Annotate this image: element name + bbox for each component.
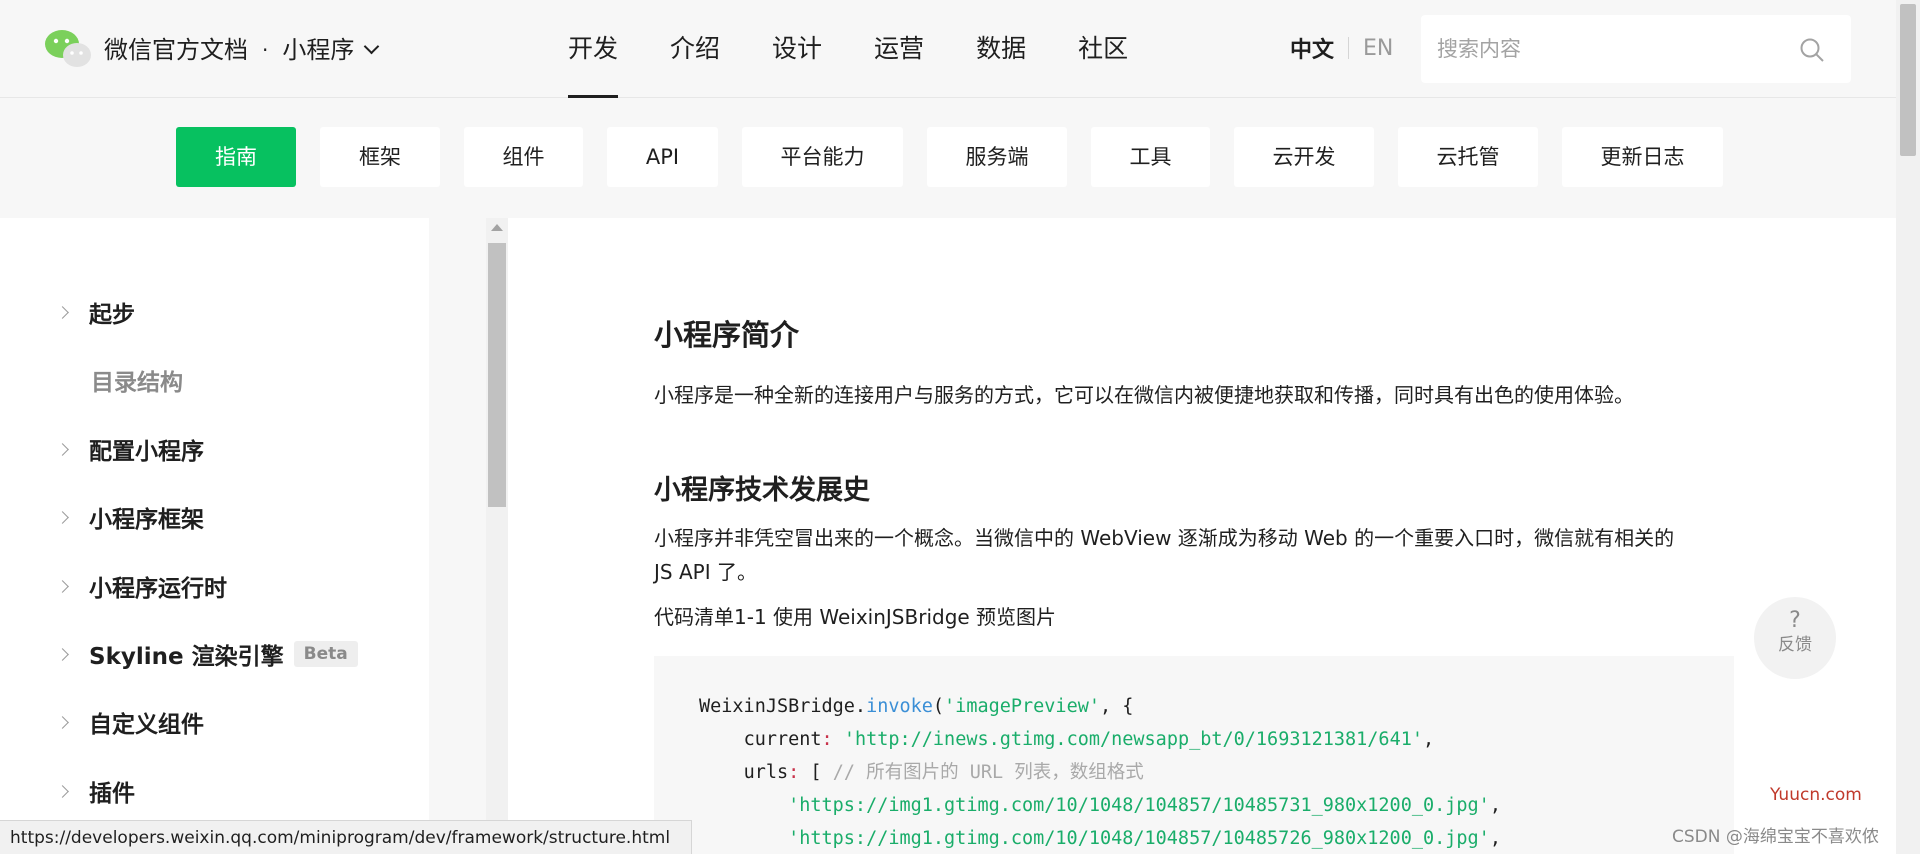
nav-design[interactable]: 设计 (746, 0, 848, 98)
code-token: WeixinJSBridge. (699, 696, 867, 717)
sidebar-item-label: 配置小程序 (89, 439, 204, 465)
code-token: urls (743, 762, 789, 783)
code-token: ( (932, 696, 945, 717)
feedback-button[interactable]: ? 反馈 (1754, 597, 1836, 679)
nav-intro[interactable]: 介绍 (644, 0, 746, 98)
scroll-up-arrow-icon[interactable] (491, 224, 503, 231)
pill-server[interactable]: 服务端 (927, 127, 1067, 187)
watermark-site: Yuucn.com (1770, 785, 1862, 805)
chevron-right-icon (56, 784, 69, 798)
pill-cloud-dev[interactable]: 云开发 (1234, 127, 1374, 187)
pill-api[interactable]: API (607, 127, 718, 187)
search-icon[interactable] (1799, 37, 1825, 63)
category-pills: 指南 框架 组件 API 平台能力 服务端 工具 云开发 云托管 更新日志 (176, 127, 1747, 187)
code-token: : (788, 762, 800, 783)
pill-guide[interactable]: 指南 (176, 127, 296, 187)
brand-dot: · (262, 38, 269, 62)
chevron-down-icon (364, 38, 380, 54)
code-token: 'imagePreview' (944, 696, 1100, 717)
sidebar-item-custom-components[interactable]: 自定义组件 (56, 704, 204, 740)
code-token: , (1489, 828, 1501, 849)
code-token: , (1489, 795, 1501, 816)
chevron-right-icon (56, 647, 69, 661)
intro-paragraph: 小程序是一种全新的连接用户与服务的方式，它可以在微信内被便捷地获取和传播，同时具… (654, 383, 1634, 407)
code-comment: // 所有图片的 URL 列表，数组格式 (832, 762, 1144, 783)
sidebar-scrollbar-thumb[interactable] (488, 243, 506, 507)
chevron-right-icon (56, 510, 69, 524)
language-switch: 中文 EN (1290, 32, 1393, 64)
feedback-label: 反馈 (1778, 635, 1812, 655)
sidebar-item-runtime[interactable]: 小程序运行时 (56, 568, 227, 604)
search-input[interactable] (1437, 15, 1797, 83)
brand: 微信官方文档 · 小程序 (104, 30, 380, 70)
product-label: 小程序 (282, 36, 355, 64)
brand-title[interactable]: 微信官方文档 (104, 30, 248, 70)
sidebar-item-label: 起步 (89, 302, 135, 328)
code-token: invoke (866, 696, 933, 717)
lang-divider (1348, 37, 1350, 59)
pill-platform[interactable]: 平台能力 (742, 127, 903, 187)
code-token: , (1423, 729, 1435, 750)
nav-data[interactable]: 数据 (950, 0, 1052, 98)
top-header: 微信官方文档 · 小程序 开发 介绍 设计 运营 数据 社区 中文 EN (0, 0, 1896, 98)
page-scrollbar[interactable] (1896, 0, 1920, 854)
sidebar-item-config[interactable]: 配置小程序 (56, 431, 204, 467)
section-heading: 小程序技术发展史 (654, 475, 870, 506)
watermark-author: CSDN @海绵宝宝不喜欢侬 (1672, 827, 1879, 847)
code-token: 'http://inews.gtimg.com/newsapp_bt/0/169… (843, 729, 1423, 750)
beta-badge: Beta (293, 641, 358, 667)
lang-zh[interactable]: 中文 (1290, 32, 1334, 64)
pill-cloud-host[interactable]: 云托管 (1398, 127, 1538, 187)
chevron-right-icon (56, 442, 69, 456)
chevron-right-icon (56, 579, 69, 593)
sidebar-scrollbar[interactable] (486, 218, 508, 854)
search-box (1421, 15, 1851, 83)
sub-nav: 指南 框架 组件 API 平台能力 服务端 工具 云开发 云托管 更新日志 (0, 98, 1896, 218)
history-paragraph-line1: 小程序并非凭空冒出来的一个概念。当微信中的 WebView 逐渐成为移动 Web… (654, 526, 1675, 550)
sidebar-item-structure[interactable]: 目录结构 (91, 362, 183, 398)
code-token: 'https://img1.gtimg.com/10/1048/104857/1… (788, 828, 1490, 849)
status-bar-url: https://developers.weixin.qq.com/minipro… (0, 820, 692, 854)
main-nav: 开发 介绍 设计 运营 数据 社区 (568, 0, 1154, 98)
sidebar-item-label: 小程序运行时 (89, 576, 227, 602)
nav-community[interactable]: 社区 (1052, 0, 1154, 98)
sidebar-item-label: Skyline 渲染引擎 (89, 644, 284, 670)
nav-operate[interactable]: 运营 (848, 0, 950, 98)
chevron-right-icon (56, 305, 69, 319)
pill-framework[interactable]: 框架 (320, 127, 440, 187)
sidebar-menu: 起步 目录结构 配置小程序 小程序框架 小程序运行时 Skyline 渲染引擎 … (0, 218, 429, 854)
sidebar-item-label: 插件 (89, 781, 135, 807)
code-token: [ (799, 762, 833, 783)
wechat-logo-icon[interactable] (44, 28, 92, 70)
sidebar: 起步 目录结构 配置小程序 小程序框架 小程序运行时 Skyline 渲染引擎 … (0, 218, 486, 854)
nav-dev[interactable]: 开发 (568, 0, 644, 98)
sidebar-item-start[interactable]: 起步 (56, 294, 135, 330)
product-dropdown[interactable]: 小程序 (282, 30, 380, 70)
page-scrollbar-thumb[interactable] (1900, 4, 1916, 156)
sidebar-item-plugins[interactable]: 插件 (56, 773, 135, 809)
question-icon: ? (1789, 608, 1801, 633)
history-paragraph-line2: JS API 了。 (654, 560, 757, 584)
code-block: WeixinJSBridge.invoke('imagePreview', { … (654, 656, 1734, 854)
sidebar-item-skyline[interactable]: Skyline 渲染引擎 Beta (56, 636, 358, 672)
sidebar-item-label: 小程序框架 (89, 507, 204, 533)
sidebar-item-label: 自定义组件 (89, 712, 204, 738)
code-listing-caption: 代码清单1-1 使用 WeixinJSBridge 预览图片 (654, 605, 1057, 629)
pill-components[interactable]: 组件 (464, 127, 583, 187)
lang-en[interactable]: EN (1363, 36, 1393, 61)
code-token: : (821, 729, 833, 750)
sidebar-item-framework[interactable]: 小程序框架 (56, 499, 204, 535)
pill-tools[interactable]: 工具 (1091, 127, 1210, 187)
code-token: current (743, 729, 822, 750)
chevron-right-icon (56, 715, 69, 729)
main-content: 小程序简介 小程序是一种全新的连接用户与服务的方式，它可以在微信内被便捷地获取和… (508, 218, 1896, 854)
pill-changelog[interactable]: 更新日志 (1562, 127, 1723, 187)
code-token: , { (1099, 696, 1134, 717)
sidebar-item-label: 目录结构 (91, 370, 183, 396)
code-token: 'https://img1.gtimg.com/10/1048/104857/1… (788, 795, 1490, 816)
page-title: 小程序简介 (654, 318, 800, 352)
